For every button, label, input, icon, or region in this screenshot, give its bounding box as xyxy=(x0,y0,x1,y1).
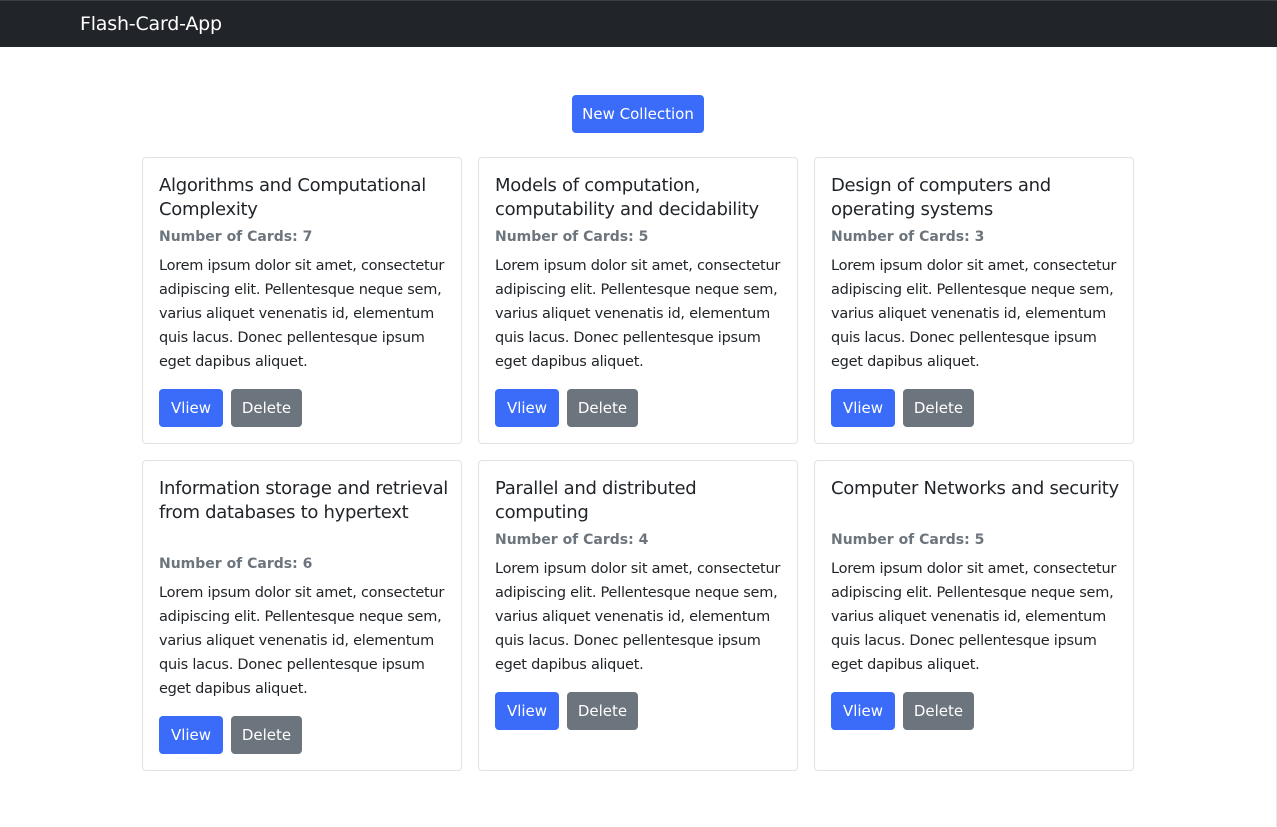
card-count: Number of Cards: 7 xyxy=(159,229,313,245)
card-count: Number of Cards: 5 xyxy=(831,532,985,548)
view-button[interactable]: Vliew xyxy=(159,389,223,427)
view-button[interactable]: Vliew xyxy=(495,692,559,730)
card-count: Number of Cards: 5 xyxy=(495,229,649,245)
collection-card: Algorithms and Computational Complexity … xyxy=(142,157,462,444)
collection-card: Models of computation, computability and… xyxy=(478,157,798,444)
view-button[interactable]: Vliew xyxy=(495,389,559,427)
card-description: Lorem ipsum dolor sit amet, consectetur … xyxy=(159,585,445,697)
card-description: Lorem ipsum dolor sit amet, consectetur … xyxy=(831,258,1117,370)
new-collection-button[interactable]: New Collection xyxy=(572,95,704,133)
collection-card: Information storage and retrieval from d… xyxy=(142,460,462,771)
card-description: Lorem ipsum dolor sit amet, consectetur … xyxy=(495,561,781,673)
delete-button[interactable]: Delete xyxy=(903,389,974,427)
card-title: Models of computation, computability and… xyxy=(495,175,759,220)
collection-card: Computer Networks and security Number of… xyxy=(814,460,1134,771)
card-description: Lorem ipsum dolor sit amet, consectetur … xyxy=(159,258,445,370)
card-title: Algorithms and Computational Complexity xyxy=(159,175,426,220)
card-title: Computer Networks and security xyxy=(831,478,1119,499)
card-title: Design of computers and operating system… xyxy=(831,175,1051,220)
view-button[interactable]: Vliew xyxy=(831,389,895,427)
card-title: Parallel and distributed computing xyxy=(495,478,697,523)
view-button[interactable]: Vliew xyxy=(159,716,223,754)
app-brand[interactable]: Flash-Card-App xyxy=(80,13,222,35)
collection-card: Design of computers and operating system… xyxy=(814,157,1134,444)
collection-card: Parallel and distributed computing Numbe… xyxy=(478,460,798,771)
delete-button[interactable]: Delete xyxy=(231,716,302,754)
card-count: Number of Cards: 6 xyxy=(159,556,313,572)
card-title: Information storage and retrieval from d… xyxy=(159,478,448,523)
card-description: Lorem ipsum dolor sit amet, consectetur … xyxy=(831,561,1117,673)
top-navbar: Flash-Card-App xyxy=(0,0,1277,47)
delete-button[interactable]: Delete xyxy=(567,692,638,730)
view-button[interactable]: Vliew xyxy=(831,692,895,730)
delete-button[interactable]: Delete xyxy=(231,389,302,427)
card-description: Lorem ipsum dolor sit amet, consectetur … xyxy=(495,258,781,370)
delete-button[interactable]: Delete xyxy=(567,389,638,427)
card-count: Number of Cards: 3 xyxy=(831,229,985,245)
delete-button[interactable]: Delete xyxy=(903,692,974,730)
card-count: Number of Cards: 4 xyxy=(495,532,649,548)
